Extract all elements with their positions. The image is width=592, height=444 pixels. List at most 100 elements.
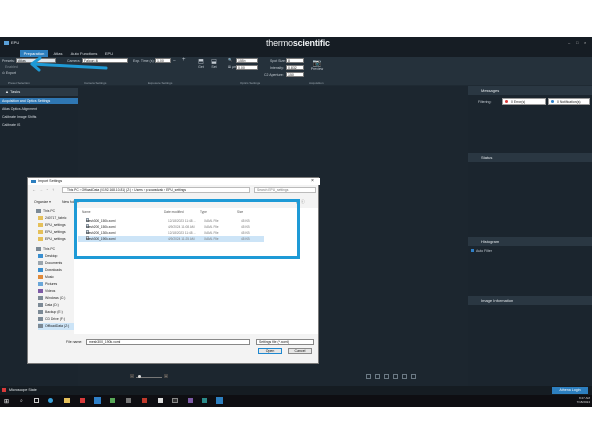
nav-item[interactable]: CD Drive (F:) <box>38 316 65 323</box>
slider-thumb[interactable] <box>138 375 141 378</box>
nav-item[interactable]: Videos <box>38 288 55 295</box>
grid-icon[interactable] <box>375 374 380 379</box>
export-button[interactable]: ⊙ Export <box>2 71 16 75</box>
edge-icon[interactable] <box>48 398 53 403</box>
histogram-header[interactable]: Histogram <box>468 237 592 246</box>
pan-icon[interactable] <box>411 374 416 379</box>
nav-item[interactable]: Downloads <box>38 267 62 274</box>
app-gray-icon[interactable] <box>126 398 131 403</box>
histogram-title: Histogram <box>481 239 500 244</box>
nav-item[interactable]: EPU_settings <box>38 222 66 229</box>
nav-item[interactable]: This PC <box>36 208 55 215</box>
task-acquisition-optics[interactable]: Acquisition and Optics Settings <box>0 98 78 104</box>
forward-icon[interactable]: → <box>39 187 43 192</box>
app-red2-icon[interactable] <box>142 398 147 403</box>
messages-header[interactable]: Messages <box>468 86 592 95</box>
windows-taskbar: ⊞ ⌕ 8:27 AM 7/18/2024 <box>0 395 592 407</box>
set-button[interactable]: ⬓ Set <box>209 58 219 69</box>
app-green-icon[interactable] <box>110 398 115 403</box>
login-button[interactable]: Athena Login <box>552 387 588 394</box>
exp-time-input[interactable]: 1.00 <box>155 58 171 63</box>
close-icon[interactable]: × <box>584 40 586 45</box>
app-blue-icon[interactable] <box>94 397 101 404</box>
zoom-slider[interactable]: − + <box>130 374 170 379</box>
status-header[interactable]: Status <box>468 153 592 162</box>
nav-item[interactable]: Music <box>38 274 54 281</box>
exp-minus-button[interactable]: − <box>173 58 176 64</box>
errors-badge[interactable]: 0 Error(s) <box>502 98 546 105</box>
cancel-button[interactable]: Cancel <box>288 348 312 354</box>
up-icon[interactable]: ↑ <box>52 187 54 192</box>
minimize-icon[interactable]: – <box>568 40 570 45</box>
filename-input[interactable]: mesh300_190k.xoml <box>86 339 250 345</box>
ruler-icon[interactable] <box>393 374 398 379</box>
task-calibrate-image-shifts[interactable]: Calibrate Image Shifts <box>0 114 78 120</box>
preview-button[interactable]: 📷 Preview <box>310 59 324 71</box>
nav-item[interactable]: Documents <box>38 260 62 267</box>
app-dark-icon[interactable] <box>172 398 178 403</box>
status-bar: Microscope State Athena Login <box>0 386 592 395</box>
overlay-icon[interactable] <box>402 374 407 379</box>
app-red-icon[interactable] <box>80 398 85 403</box>
back-icon[interactable]: ← <box>32 187 36 192</box>
nav-item[interactable]: EPU_settings <box>38 236 66 243</box>
task-atlas-optics-alignment[interactable]: Atlas Optics Alignment <box>0 106 78 112</box>
crosshair-icon[interactable] <box>384 374 389 379</box>
notifications-badge[interactable]: 0 Notification(s) <box>548 98 590 105</box>
epu-taskbar-icon[interactable] <box>216 397 223 404</box>
app-white-icon[interactable] <box>158 398 163 403</box>
nav-item[interactable]: Backup (E:) <box>38 309 63 316</box>
brand-bold: scientific <box>292 38 330 48</box>
microscope-state-button[interactable]: Microscope State <box>2 387 48 394</box>
image-info-header[interactable]: Image Information <box>468 296 592 305</box>
nav-item[interactable]: Pictures <box>38 281 57 288</box>
dialog-close-icon[interactable]: × <box>311 178 314 185</box>
nav-item[interactable]: 240717_fabric <box>38 215 67 222</box>
nav-item[interactable]: This PC <box>36 246 55 253</box>
nav-item[interactable]: Desktop <box>38 253 57 260</box>
drive-icon <box>38 303 43 307</box>
maximize-icon[interactable]: □ <box>576 40 578 45</box>
zoom-out-icon[interactable]: − <box>130 374 134 378</box>
defocus-input[interactable]: 0.00 <box>236 65 258 70</box>
address-bar[interactable]: This PC › OffloadData (\\192.168.10.81) … <box>62 187 250 193</box>
microscope-state-label: Microscope State <box>9 388 37 392</box>
search-icon[interactable]: ⌕ <box>20 398 23 404</box>
app-teal-icon[interactable] <box>202 398 207 403</box>
status-title: Status <box>481 155 493 160</box>
image-info-title: Image Information <box>481 298 514 303</box>
clock[interactable]: 8:27 AM 7/18/2024 <box>566 396 590 404</box>
fit-icon[interactable] <box>366 374 371 379</box>
nav-label: Backup (E:) <box>45 310 63 314</box>
get-button[interactable]: ⬒ Get <box>196 58 206 69</box>
nav-item[interactable]: EPU_settings <box>38 229 66 236</box>
nav-item[interactable]: Windows (C:) <box>38 295 65 302</box>
file-type-select[interactable]: Settings file (*.xoml) <box>256 339 314 345</box>
drive-icon <box>38 296 43 300</box>
spot-size-select[interactable]: 8 <box>286 58 304 63</box>
recent-icon[interactable]: ⌄ <box>46 187 49 191</box>
dialog-search-input[interactable]: Search EPU_settings <box>254 187 316 193</box>
aperture-select[interactable]: 150 <box>286 72 304 77</box>
organize-button[interactable]: Organize ▾ <box>34 200 51 204</box>
explorer-icon[interactable] <box>64 398 70 403</box>
dialog-title: Import Settings <box>38 179 63 183</box>
task-view-icon[interactable] <box>34 398 39 403</box>
zoom-in-icon[interactable]: + <box>164 374 168 378</box>
nav-label: Videos <box>45 289 56 293</box>
intensity-input[interactable]: 0.832 <box>286 65 304 70</box>
brand-logo: thermoscientific <box>266 38 330 48</box>
get-icon: ⬒ <box>198 59 204 65</box>
magnification-select[interactable]: 155× <box>236 58 258 63</box>
nav-item[interactable]: OffloadData (Z:) <box>38 323 74 330</box>
app-purple-icon[interactable] <box>188 398 193 403</box>
section-exposure: Exposure Settings <box>148 81 173 85</box>
task-calibrate-is[interactable]: Calibrate IS <box>0 122 78 128</box>
dialog-title-bar: Import Settings × <box>28 178 320 185</box>
windows-start-icon[interactable]: ⊞ <box>4 398 9 405</box>
open-button[interactable]: Open <box>258 348 282 354</box>
nav-item[interactable]: Data (D:) <box>38 302 59 309</box>
section-acquisition: Acquisition <box>309 81 324 85</box>
auto-filter-checkbox[interactable]: Auto Filter <box>471 249 492 253</box>
exp-plus-button[interactable]: + <box>182 57 186 63</box>
